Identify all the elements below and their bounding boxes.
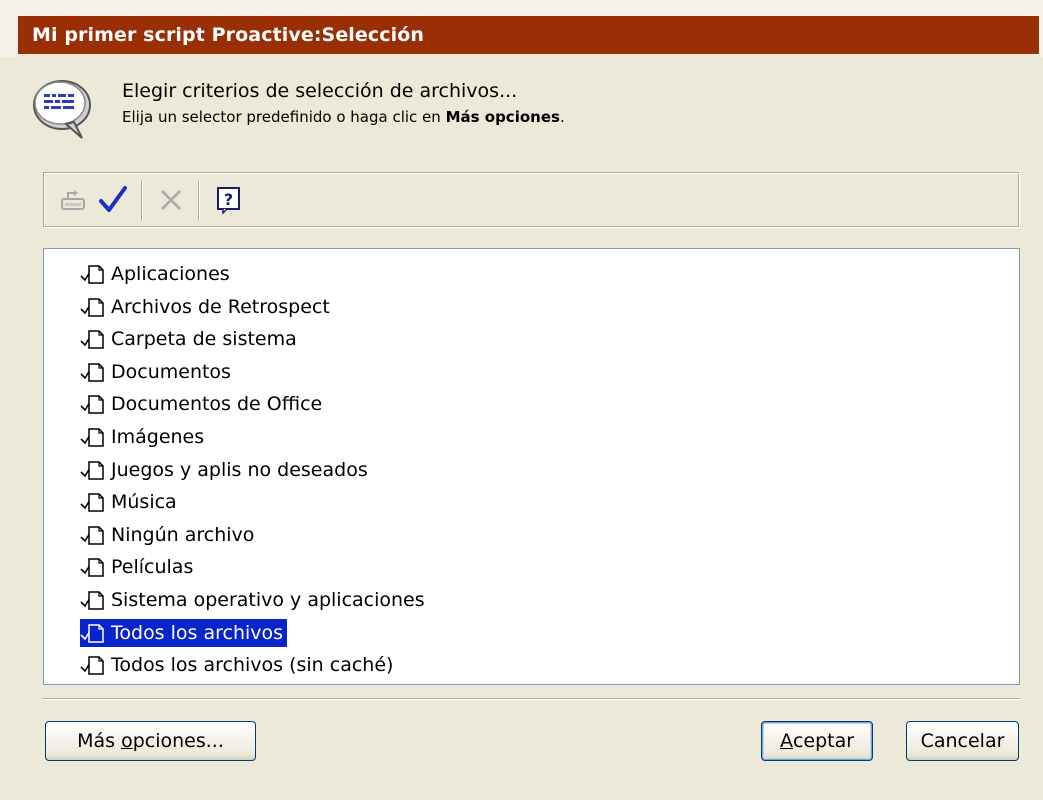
header-subtitle: Elija un selector predefinido o haga cli… xyxy=(122,108,565,126)
selector-document-icon xyxy=(80,493,104,512)
selector-document-icon xyxy=(80,558,104,578)
selector-item-label: Películas xyxy=(111,556,194,579)
cancel-button[interactable]: Cancelar xyxy=(906,721,1019,761)
help-icon: ? xyxy=(217,187,240,215)
toolbar-separator xyxy=(141,181,143,221)
selector-document-icon xyxy=(80,623,104,643)
selector-item[interactable]: Música xyxy=(80,488,181,516)
selector-list[interactable]: Aplicaciones Archivos de Retrospect Carpet… xyxy=(43,248,1020,685)
selector-document-icon xyxy=(80,526,104,545)
header-title: Elegir criterios de selección de archivo… xyxy=(122,80,518,102)
selector-document-icon xyxy=(80,265,104,284)
ok-button[interactable]: Aceptar xyxy=(761,721,873,761)
window-title: Mi primer script Proactive:Selección xyxy=(32,24,425,46)
selector-item-label: Todos los archivos (sin caché) xyxy=(111,654,394,677)
edit-button[interactable] xyxy=(56,183,90,217)
selector-item-label: Archivos de Retrospect xyxy=(111,295,330,318)
selector-item[interactable]: Ningún archivo xyxy=(80,521,258,549)
divider xyxy=(43,698,1020,700)
toolbar: ? xyxy=(43,172,1020,228)
help-button[interactable]: ? xyxy=(212,183,246,217)
more-options-mnemonic: o xyxy=(121,730,133,752)
selector-item-label: Juegos y aplis no deseados xyxy=(111,458,368,481)
selector-item-label: Sistema operativo y aplicaciones xyxy=(111,589,425,611)
delete-button[interactable] xyxy=(154,183,188,217)
header-subtitle-bold: Más opciones xyxy=(445,108,560,126)
selector-item[interactable]: Películas xyxy=(80,553,197,581)
delete-icon xyxy=(161,190,181,210)
selector-item[interactable]: Todos los archivos xyxy=(80,618,288,647)
selector-document-icon xyxy=(80,460,104,480)
selector-document-icon xyxy=(80,297,104,317)
selector-item-label: Imágenes xyxy=(111,426,205,448)
selector-item-label: Todos los archivos xyxy=(111,621,284,644)
selector-item-label: Carpeta de sistema xyxy=(111,328,297,351)
selector-item[interactable]: Juegos y aplis no deseados xyxy=(80,456,372,484)
more-options-post: pciones... xyxy=(132,730,224,752)
selector-item-label: Música xyxy=(111,491,177,514)
ok-mnemonic: A xyxy=(779,730,793,752)
speech-bubble-icon xyxy=(33,80,91,139)
more-options-pre: Más xyxy=(77,730,122,752)
selector-item-label: Ningún archivo xyxy=(111,523,255,546)
toolbar-separator xyxy=(198,181,200,221)
selector-item[interactable]: Aplicaciones xyxy=(80,260,234,288)
selector-document-icon xyxy=(80,428,104,447)
selector-item-label: Documentos de Office xyxy=(111,393,323,416)
selector-item[interactable]: Todos los archivos (sin caché) xyxy=(80,651,397,679)
header-subtitle-suffix: . xyxy=(559,108,565,126)
selector-document-icon xyxy=(80,330,104,349)
selector-document-icon xyxy=(80,656,104,675)
selector-item[interactable]: Carpeta de sistema xyxy=(80,325,301,353)
check-button[interactable] xyxy=(96,183,130,217)
selector-item[interactable]: Documentos xyxy=(80,358,235,386)
selector-document-icon xyxy=(80,591,104,610)
selector-item-label: Aplicaciones xyxy=(111,263,230,285)
header-subtitle-prefix: Elija un selector predefinido o haga cli… xyxy=(122,108,446,126)
selector-item-label: Documentos xyxy=(111,360,231,383)
selector-document-icon xyxy=(80,363,104,382)
title-bar: Mi primer script Proactive:Selección xyxy=(0,0,1043,57)
edit-icon xyxy=(61,190,85,210)
selector-document-icon xyxy=(80,395,104,415)
selector-item[interactable]: Sistema operativo y aplicaciones xyxy=(80,586,429,614)
ok-post: ceptar xyxy=(792,730,855,752)
svg-text:?: ? xyxy=(224,190,233,209)
selector-item[interactable]: Documentos de Office xyxy=(80,390,326,418)
more-options-button[interactable]: Más o pciones... xyxy=(45,721,256,761)
title-bar-strip: Mi primer script Proactive:Selección xyxy=(18,16,1039,54)
selector-item[interactable]: Imágenes xyxy=(80,423,208,451)
selector-item[interactable]: Archivos de Retrospect xyxy=(80,293,334,321)
check-icon xyxy=(99,186,127,212)
